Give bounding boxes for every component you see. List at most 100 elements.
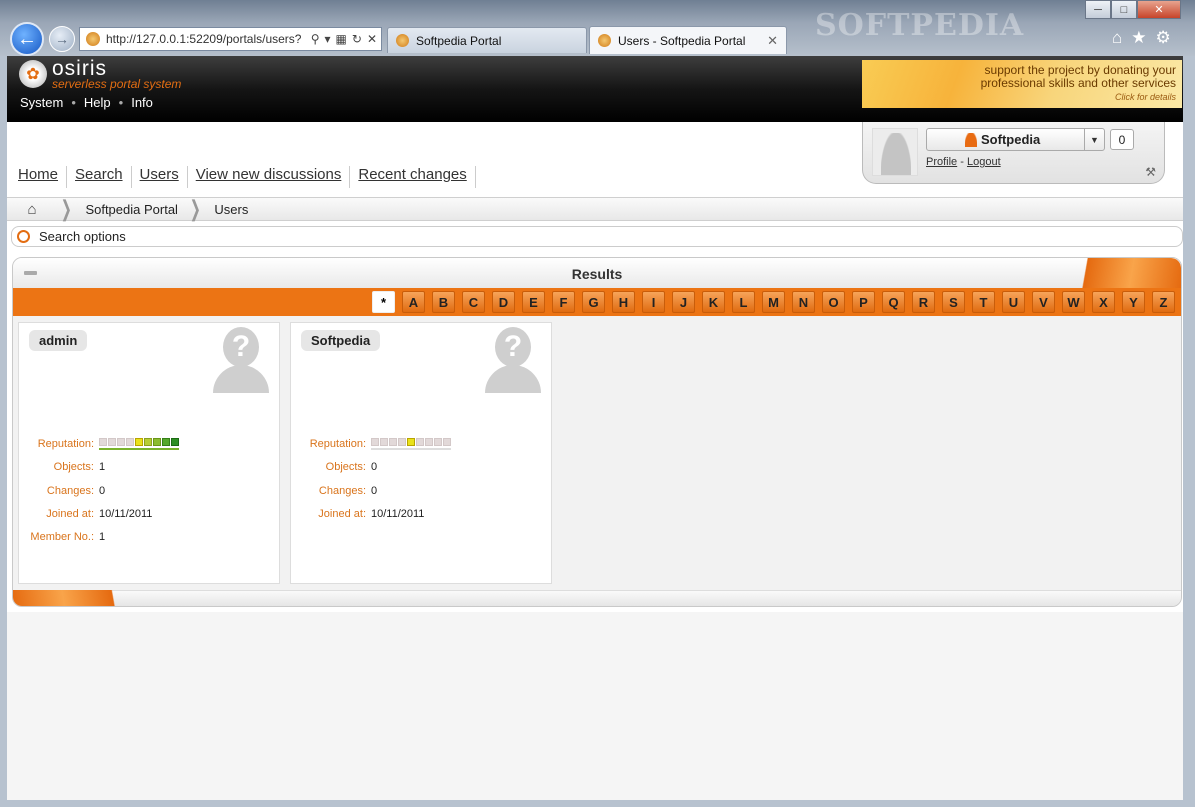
changes-value: 0 [99, 485, 106, 497]
tab-label: Users - Softpedia Portal [618, 33, 746, 48]
letter-filter-b[interactable]: B [432, 291, 455, 313]
objects-label: Objects: [325, 461, 366, 473]
letter-filter-all[interactable]: * [372, 291, 395, 313]
stop-icon[interactable]: ✕ [367, 32, 377, 46]
dropdown-icon[interactable]: ▾ [325, 32, 331, 46]
notification-count[interactable]: 0 [1110, 129, 1134, 150]
letter-filter-e[interactable]: E [522, 291, 545, 313]
letter-filter-o[interactable]: O [822, 291, 845, 313]
tab-users[interactable]: Users - Softpedia Portal ✕ [589, 26, 787, 54]
close-window-button[interactable]: ✕ [1137, 0, 1181, 19]
letter-filter-k[interactable]: K [702, 291, 725, 313]
letter-filter-i[interactable]: I [642, 291, 665, 313]
donate-banner[interactable]: support the project by donating your pro… [862, 60, 1182, 108]
results-title: Results [571, 266, 623, 282]
objects-value: 0 [371, 461, 378, 473]
letter-filter-g[interactable]: G [582, 291, 605, 313]
breadcrumb-users[interactable]: Users [214, 202, 248, 217]
search-icon[interactable]: ⚲ [311, 32, 320, 46]
tab-favicon-icon [396, 34, 409, 47]
objects-value: 1 [99, 461, 106, 473]
user-account-dropdown[interactable]: Softpedia ▼ [926, 128, 1105, 151]
letter-filter-d[interactable]: D [492, 291, 515, 313]
nav-users[interactable]: Users [140, 166, 188, 188]
wrench-icon[interactable]: ⚒ [1145, 165, 1156, 179]
letter-filter-w[interactable]: W [1062, 291, 1085, 313]
gear-icon[interactable]: ⚙ [1156, 28, 1171, 48]
letter-filter-j[interactable]: J [672, 291, 695, 313]
letter-filter-n[interactable]: N [792, 291, 815, 313]
letter-filter-p[interactable]: P [852, 291, 875, 313]
user-name-badge[interactable]: admin [29, 330, 88, 351]
close-tab-icon[interactable]: ✕ [767, 33, 778, 49]
nav-search[interactable]: Search [75, 166, 132, 188]
letter-filter-l[interactable]: L [732, 291, 755, 313]
wallpaper-text: SOFTPEDIA [815, 8, 1025, 43]
user-name: Softpedia [981, 132, 1041, 147]
reputation-row: Reputation: [291, 438, 451, 450]
compatibility-icon[interactable]: ▦ [336, 32, 347, 46]
address-bar[interactable]: http://127.0.0.1:52209/portals/users? ⚲ … [79, 27, 382, 51]
search-options-toggle[interactable]: Search options [11, 226, 1183, 247]
tab-label: Softpedia Portal [416, 33, 502, 48]
window-controls: ─ □ ✕ [1085, 0, 1181, 19]
tab-softpedia-portal[interactable]: Softpedia Portal [387, 27, 587, 53]
letter-filter-s[interactable]: S [942, 291, 965, 313]
member-label: Member No.: [30, 531, 94, 543]
letter-filter-x[interactable]: X [1092, 291, 1115, 313]
navigation-area: Home Search Users View new discussions R… [7, 122, 1183, 197]
changes-row: Changes: 0 [291, 485, 377, 497]
joined-label: Joined at: [318, 508, 366, 520]
letter-filter-q[interactable]: Q [882, 291, 905, 313]
osiris-logo[interactable]: ✿ osiris serverless portal system [19, 58, 181, 90]
refresh-icon[interactable]: ↻ [352, 32, 362, 46]
window-frame-left [0, 56, 7, 807]
user-card-softpedia: Softpedia ? Reputation: Objects: 0 Chang… [290, 322, 552, 584]
logout-link[interactable]: Logout [967, 156, 1001, 168]
minimize-button[interactable]: ─ [1085, 0, 1111, 19]
letter-filter-z[interactable]: Z [1152, 291, 1175, 313]
changes-value: 0 [371, 485, 378, 497]
donate-details-link[interactable]: Click for details [862, 92, 1176, 102]
back-button[interactable]: ← [10, 22, 44, 56]
window-frame-right [1183, 56, 1195, 807]
results-header: Results [13, 258, 1181, 288]
letter-filter-a[interactable]: A [402, 291, 425, 313]
forward-button[interactable]: → [49, 26, 75, 52]
profile-link[interactable]: Profile [926, 156, 957, 168]
user-links: Profile - Logout [926, 156, 1001, 168]
nav-recent-changes[interactable]: Recent changes [358, 166, 476, 188]
menu-info[interactable]: Info [131, 95, 153, 110]
letter-filter-y[interactable]: Y [1122, 291, 1145, 313]
window-frame-bottom [0, 800, 1195, 807]
chevron-down-icon[interactable]: ▼ [1084, 129, 1104, 150]
changes-label: Changes: [318, 485, 366, 497]
menu-help[interactable]: Help [84, 95, 111, 110]
favorites-star-icon[interactable]: ★ [1131, 28, 1146, 48]
breadcrumb-separator: ❯ [189, 196, 201, 221]
menu-system[interactable]: System [20, 95, 63, 110]
footer-corner-decoration [13, 590, 125, 606]
user-name-badge[interactable]: Softpedia [301, 330, 381, 351]
nav-home[interactable]: Home [18, 166, 68, 188]
menu-separator: • [71, 95, 76, 110]
letter-filter-c[interactable]: C [462, 291, 485, 313]
user-panel: Softpedia ▼ 0 Profile - Logout ⚒ [862, 122, 1165, 184]
letter-filter-h[interactable]: H [612, 291, 635, 313]
breadcrumb-portal[interactable]: Softpedia Portal [85, 202, 178, 217]
address-url[interactable]: http://127.0.0.1:52209/portals/users? [106, 32, 311, 46]
maximize-button[interactable]: □ [1111, 0, 1137, 19]
home-icon[interactable]: ⌂ [1112, 28, 1122, 48]
letter-filter-r[interactable]: R [912, 291, 935, 313]
arrow-left-icon: ← [17, 27, 37, 50]
nav-view-new-discussions[interactable]: View new discussions [196, 166, 351, 188]
letter-filter-v[interactable]: V [1032, 291, 1055, 313]
menu-separator: • [118, 95, 124, 110]
main-nav: Home Search Users View new discussions R… [18, 166, 484, 188]
letter-filter-m[interactable]: M [762, 291, 785, 313]
letter-filter-u[interactable]: U [1002, 291, 1025, 313]
letter-filter-f[interactable]: F [552, 291, 575, 313]
breadcrumb-home-icon[interactable]: ⌂ [7, 201, 57, 218]
arrow-right-icon: → [55, 31, 69, 47]
letter-filter-t[interactable]: T [972, 291, 995, 313]
